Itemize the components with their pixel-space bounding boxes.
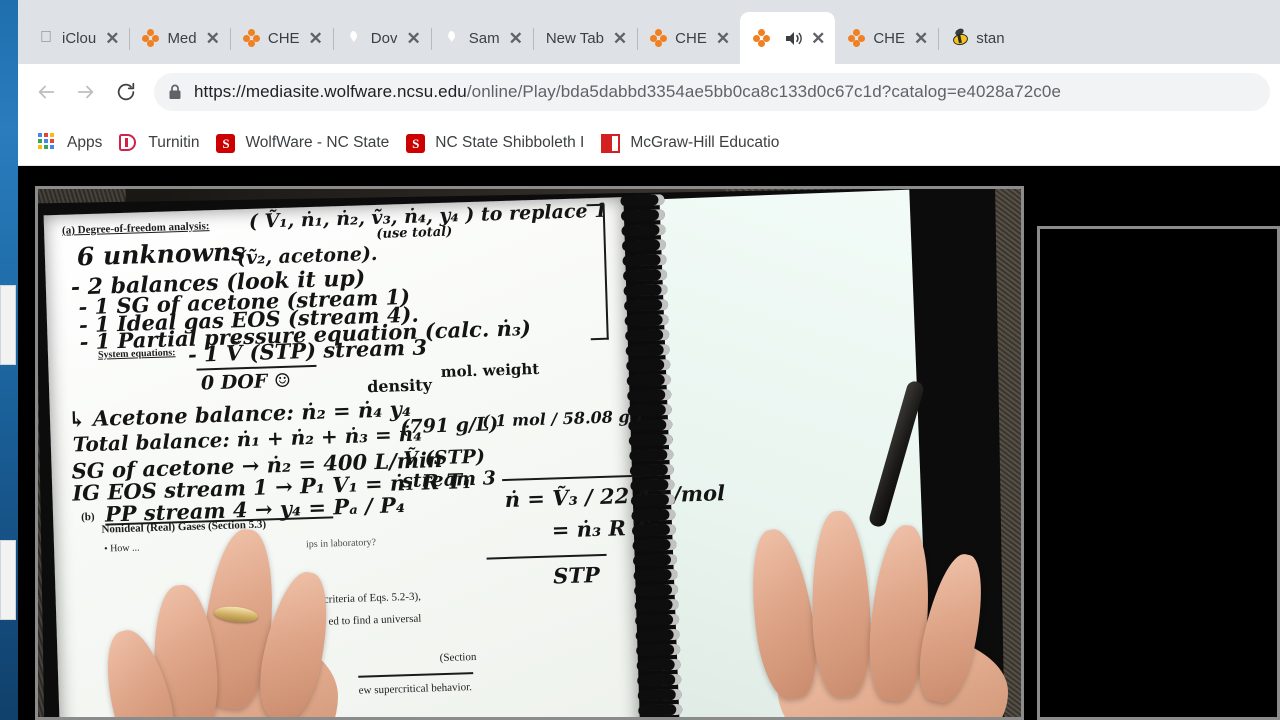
apple-icon:  bbox=[37, 29, 55, 47]
desktop-icon[interactable] bbox=[0, 540, 16, 620]
handwriting-line: mol. weight bbox=[440, 359, 540, 381]
address-bar[interactable]: https://mediasite.wolfware.ncsu.edu/onli… bbox=[154, 73, 1270, 111]
tab-sam[interactable]: Sam ✕ bbox=[430, 12, 533, 64]
tab-close-icon[interactable]: ✕ bbox=[914, 30, 928, 47]
mediasite-icon bbox=[650, 29, 668, 47]
tab-new-tab[interactable]: New Tab ✕ bbox=[532, 12, 637, 64]
tab-close-icon[interactable]: ✕ bbox=[509, 30, 523, 47]
tab-audio-playing-icon[interactable] bbox=[785, 31, 802, 46]
bookmark-label: WolfWare - NC State bbox=[245, 133, 390, 151]
bookmark-shibboleth[interactable]: NC State Shibboleth I bbox=[402, 133, 597, 153]
mediasite-icon bbox=[142, 29, 160, 47]
handwriting-line: 6 unknowns bbox=[76, 237, 246, 272]
instructor-right-hand bbox=[738, 379, 1021, 717]
reload-button[interactable] bbox=[108, 74, 144, 110]
handwriting-line: (use total) bbox=[376, 224, 453, 242]
forward-button[interactable] bbox=[68, 74, 104, 110]
tab-close-icon[interactable]: ✕ bbox=[406, 30, 420, 47]
tab-strip:  iClou ✕ Med ✕ CHE ✕ Dov ✕ bbox=[18, 0, 1280, 64]
handwriting-line: Ṽ (STP) bbox=[403, 445, 486, 471]
tab-close-icon[interactable]: ✕ bbox=[811, 30, 825, 47]
bookmark-label: Apps bbox=[67, 133, 103, 151]
printed-line: (a) Degree-of-freedom analysis: bbox=[61, 220, 210, 237]
handwriting-line: density bbox=[366, 375, 433, 397]
bookmark-wolfware[interactable]: WolfWare - NC State bbox=[212, 133, 402, 153]
tab-close-icon[interactable]: ✕ bbox=[105, 30, 119, 47]
fraction-rule bbox=[502, 474, 643, 482]
desktop-icon[interactable] bbox=[0, 285, 16, 365]
tab-che-3[interactable]: CHE ✕ bbox=[835, 12, 938, 64]
printed-line: (b) bbox=[80, 510, 95, 524]
url-domain: https://mediasite.wolfware.ncsu.edu bbox=[194, 82, 467, 101]
ncstate-icon bbox=[406, 133, 426, 153]
mediasite-icon bbox=[242, 29, 261, 47]
screen:  iClou ✕ Med ✕ CHE ✕ Dov ✕ bbox=[0, 0, 1280, 720]
handwriting-line: ( 1 mol / 58.08 g ) bbox=[481, 406, 644, 431]
tab-label: CHE bbox=[873, 29, 906, 47]
tab-dov[interactable]: Dov ✕ bbox=[332, 12, 431, 64]
bookmark-mcgrawhill[interactable]: McGraw-Hill Educatio bbox=[597, 133, 792, 153]
url-path: /online/Play/bda5dabbd3354ae5bb0ca8c133d… bbox=[466, 82, 1062, 101]
tab-label: Med bbox=[167, 29, 197, 47]
tab-label: Dov bbox=[370, 29, 398, 47]
instructor-left-hand bbox=[95, 509, 438, 717]
bookmarks-bar: Apps Turnitin WolfWare - NC State NC Sta… bbox=[18, 120, 1280, 166]
annotation-rule bbox=[486, 553, 607, 560]
browser-toolbar: https://mediasite.wolfware.ncsu.edu/onli… bbox=[18, 64, 1280, 120]
mediasite-icon bbox=[753, 29, 771, 47]
mcgrawhill-icon bbox=[601, 133, 621, 153]
tab-che-2[interactable]: CHE ✕ bbox=[637, 12, 740, 64]
mediasite-icon bbox=[848, 29, 866, 47]
tab-mediasite-med[interactable]: Med ✕ bbox=[129, 12, 229, 64]
tab-icloud[interactable]:  iClou ✕ bbox=[24, 12, 129, 64]
printed-line: • How ... bbox=[103, 542, 140, 555]
apps-grid-icon bbox=[38, 132, 58, 153]
bookmark-apps[interactable]: Apps bbox=[34, 132, 115, 153]
main-video-player[interactable]: (a) Degree-of-freedom analysis: System e… bbox=[35, 186, 1024, 720]
tab-label: New Tab bbox=[545, 29, 604, 47]
brace-bracket bbox=[586, 203, 609, 341]
handwriting-line: stream 3 bbox=[401, 467, 497, 493]
vivaldi-icon bbox=[444, 29, 462, 47]
printed-line: (Section bbox=[439, 650, 477, 665]
tab-active-mediasite-player[interactable]: ✕ bbox=[740, 12, 836, 64]
bee-icon bbox=[951, 27, 970, 47]
video-scene: (a) Degree-of-freedom analysis: System e… bbox=[38, 189, 1021, 717]
lock-icon bbox=[168, 84, 182, 100]
tab-stan[interactable]: stan bbox=[938, 12, 1014, 64]
back-button[interactable] bbox=[28, 74, 64, 110]
ncstate-icon bbox=[216, 133, 236, 153]
handwriting-line: STP bbox=[552, 562, 601, 589]
handwriting-line: 0 DOF ☺ bbox=[200, 369, 292, 395]
tab-label: stan bbox=[976, 29, 1005, 47]
tab-label: Sam bbox=[468, 29, 500, 47]
tab-label: iClou bbox=[62, 29, 97, 47]
tab-label: CHE bbox=[267, 29, 300, 47]
slide-panel[interactable] bbox=[1037, 226, 1280, 720]
chrome-browser-window:  iClou ✕ Med ✕ CHE ✕ Dov ✕ bbox=[18, 0, 1280, 720]
url-text: https://mediasite.wolfware.ncsu.edu/onli… bbox=[194, 82, 1061, 102]
bookmark-label: NC State Shibboleth I bbox=[435, 133, 585, 151]
tab-close-icon[interactable]: ✕ bbox=[309, 30, 323, 47]
tab-label: CHE bbox=[675, 29, 707, 47]
turnitin-icon bbox=[119, 133, 139, 153]
bookmark-label: McGraw-Hill Educatio bbox=[630, 133, 780, 151]
tab-close-icon[interactable]: ✕ bbox=[613, 30, 627, 47]
vivaldi-icon bbox=[346, 29, 364, 47]
bookmark-label: Turnitin bbox=[148, 133, 200, 151]
mediasite-player-page: (a) Degree-of-freedom analysis: System e… bbox=[18, 166, 1280, 720]
bookmark-turnitin[interactable]: Turnitin bbox=[115, 133, 212, 153]
tab-che-1[interactable]: CHE ✕ bbox=[229, 12, 333, 64]
tab-close-icon[interactable]: ✕ bbox=[206, 30, 220, 47]
tab-close-icon[interactable]: ✕ bbox=[716, 30, 730, 47]
desktop-background-strip bbox=[0, 0, 18, 720]
